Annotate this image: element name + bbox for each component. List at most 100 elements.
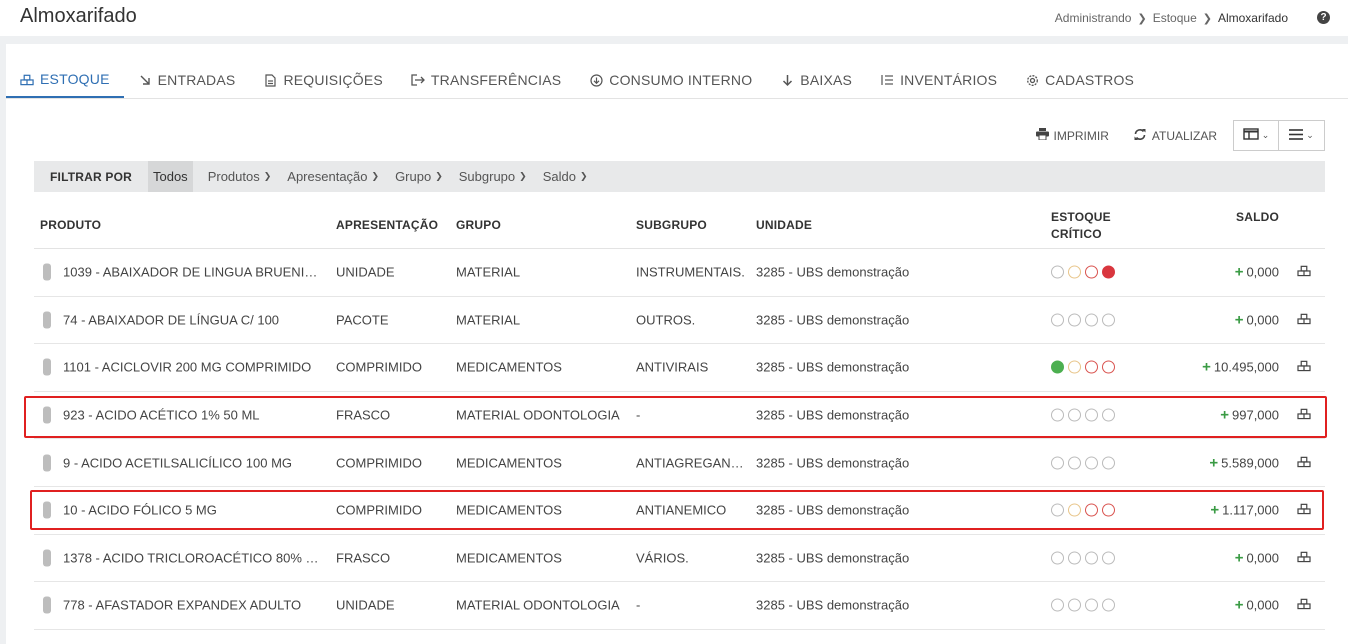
cell-grupo: MEDICAMENTOS <box>456 455 562 471</box>
drag-handle-icon[interactable] <box>43 263 51 281</box>
plus-icon[interactable]: + <box>1235 549 1244 566</box>
filter-item-label: Subgrupo <box>458 169 516 184</box>
status-dot <box>1085 360 1098 374</box>
filter-saldo[interactable]: Saldo ❯ <box>535 161 596 192</box>
header-subgrupo[interactable]: SUBGRUPO <box>636 218 707 232</box>
tab-label: ESTOQUE <box>40 71 110 87</box>
main-panel: ESTOQUE ENTRADAS REQUISIÇÕES TRANSFERÊNC… <box>6 44 1348 644</box>
chevron-down-icon: ❯ <box>263 171 272 181</box>
menu-button[interactable]: ⌄ <box>1279 120 1325 151</box>
drag-handle-icon[interactable] <box>43 358 51 376</box>
inventory-action-icon[interactable] <box>1297 550 1311 565</box>
tab-entradas[interactable]: ENTRADAS <box>124 62 250 98</box>
tab-inventarios[interactable]: INVENTÁRIOS <box>866 62 1011 98</box>
inventory-action-icon[interactable] <box>1297 312 1311 327</box>
header-grupo[interactable]: GRUPO <box>456 218 501 232</box>
document-icon <box>263 73 277 87</box>
cell-produto: 10 - ACIDO FÓLICO 5 MG <box>63 502 217 518</box>
filter-subgrupo[interactable]: Subgrupo ❯ <box>451 161 535 192</box>
header-estoque-critico-line2[interactable]: CRÍTICO <box>1051 227 1102 241</box>
critical-stock-indicator <box>1051 265 1115 279</box>
saldo-value: 1.117,000 <box>1222 502 1279 518</box>
saldo-value: 0,000 <box>1246 264 1279 280</box>
tab-cadastros[interactable]: CADASTROS <box>1011 62 1148 98</box>
columns-toggle-button[interactable]: ⌄ <box>1233 120 1279 151</box>
refresh-button[interactable]: ATUALIZAR <box>1121 121 1229 151</box>
table-row[interactable]: 778 - AFASTADOR EXPANDEX ADULTO UNIDADE MA… <box>34 582 1325 630</box>
header-saldo[interactable]: SALDO <box>1236 210 1279 224</box>
plus-icon[interactable]: + <box>1210 502 1219 519</box>
drag-handle-icon[interactable] <box>43 454 51 472</box>
cell-apresentacao: FRASCO <box>336 407 391 423</box>
tab-consumo-interno[interactable]: CONSUMO INTERNO <box>575 62 766 98</box>
cell-produto: 9 - ACIDO ACETILSALICÍLICO 100 MG <box>63 455 293 471</box>
critical-stock-indicator <box>1051 551 1115 565</box>
status-dot <box>1085 551 1098 565</box>
view-options: ⌄ ⌄ <box>1233 120 1325 151</box>
cell-unidade: 3285 - UBS demonstração <box>756 550 910 566</box>
plus-icon[interactable]: + <box>1220 407 1229 424</box>
cell-saldo: +10.495,000 <box>1202 359 1279 376</box>
filter-apresentacao[interactable]: Apresentação ❯ <box>279 161 387 192</box>
filter-item-label: Produtos <box>207 169 260 184</box>
inventory-action-icon[interactable] <box>1297 360 1311 375</box>
cell-subgrupo: INSTRUMENTAIS. <box>636 264 745 280</box>
table-row[interactable]: 74 - ABAIXADOR DE LÍNGUA C/ 100 PACOTE MAT… <box>34 297 1325 345</box>
arrow-down-icon <box>780 73 794 87</box>
status-dot <box>1085 265 1098 279</box>
drag-handle-icon[interactable] <box>43 501 51 519</box>
header-estoque-critico-line1[interactable]: ESTOQUE <box>1051 210 1111 224</box>
filter-item-label: Saldo <box>542 169 576 184</box>
print-button[interactable]: IMPRIMIR <box>1024 121 1121 151</box>
breadcrumb-item-administrando[interactable]: Administrando <box>1055 11 1132 25</box>
tab-requisicoes[interactable]: REQUISIÇÕES <box>249 62 396 98</box>
header-unidade[interactable]: UNIDADE <box>756 218 812 232</box>
header-produto[interactable]: PRODUTO <box>40 218 101 232</box>
cell-produto: 1378 - ACIDO TRICLOROACÉTICO 80% FRASCO <box>63 550 320 566</box>
status-dot <box>1051 598 1064 612</box>
saldo-value: 0,000 <box>1246 550 1279 566</box>
table-row[interactable]: 1039 - ABAIXADOR DE LINGUA BRUENINGS UNID… <box>34 249 1325 297</box>
breadcrumb-item-estoque[interactable]: Estoque <box>1153 11 1197 25</box>
transfer-icon <box>411 73 425 87</box>
table-row[interactable]: 9 - ACIDO ACETILSALICÍLICO 100 MG COMPRIM… <box>34 439 1325 487</box>
help-icon[interactable]: ? <box>1317 11 1330 24</box>
drag-handle-icon[interactable] <box>43 406 51 424</box>
plus-icon[interactable]: + <box>1235 311 1244 328</box>
breadcrumb-item-current: Almoxarifado <box>1217 11 1288 25</box>
tab-baixas[interactable]: BAIXAS <box>766 62 866 98</box>
table-row[interactable]: 1378 - ACIDO TRICLOROACÉTICO 80% FRASCO F… <box>34 535 1325 583</box>
plus-icon[interactable]: + <box>1235 264 1244 281</box>
filter-all[interactable]: Todos <box>147 161 193 192</box>
inventory-action-icon[interactable] <box>1297 408 1311 423</box>
plus-icon[interactable]: + <box>1209 454 1218 471</box>
plus-icon[interactable]: + <box>1235 597 1244 614</box>
table-row[interactable]: 923 - ACIDO ACÉTICO 1% 50 ML FRASCO MATERI… <box>34 392 1325 440</box>
inventory-action-icon[interactable] <box>1297 265 1311 280</box>
status-dot <box>1085 503 1098 517</box>
header-apresentacao[interactable]: APRESENTAÇÃO <box>336 218 438 232</box>
critical-stock-indicator <box>1051 408 1115 422</box>
critical-stock-indicator <box>1051 360 1115 374</box>
tab-transferencias[interactable]: TRANSFERÊNCIAS <box>397 62 575 98</box>
tab-estoque[interactable]: ESTOQUE <box>6 62 124 98</box>
drag-handle-icon[interactable] <box>43 596 51 614</box>
cell-grupo: MATERIAL <box>456 312 521 328</box>
critical-stock-indicator <box>1051 456 1115 470</box>
saldo-value: 10.495,000 <box>1213 359 1279 375</box>
drag-handle-icon[interactable] <box>43 311 51 329</box>
table-row[interactable]: 1101 - ACICLOVIR 200 MG COMPRIMIDO COMPRI… <box>34 344 1325 392</box>
tab-label: CONSUMO INTERNO <box>609 72 753 88</box>
drag-handle-icon[interactable] <box>43 549 51 567</box>
filter-grupo[interactable]: Grupo ❯ <box>387 161 451 192</box>
inventory-action-icon[interactable] <box>1297 503 1311 518</box>
inventory-action-icon[interactable] <box>1297 598 1311 613</box>
status-dot <box>1068 598 1081 612</box>
inventory-action-icon[interactable] <box>1297 455 1311 470</box>
status-dot <box>1085 408 1098 422</box>
status-dot <box>1102 598 1115 612</box>
filter-produtos[interactable]: Produtos ❯ <box>200 161 280 192</box>
filter-bar: FILTRAR POR Todos Produtos ❯ Apresentação… <box>34 161 1325 192</box>
table-row[interactable]: 10 - ACIDO FÓLICO 5 MG COMPRIMIDO MEDICAME… <box>34 487 1325 535</box>
plus-icon[interactable]: + <box>1202 359 1211 376</box>
